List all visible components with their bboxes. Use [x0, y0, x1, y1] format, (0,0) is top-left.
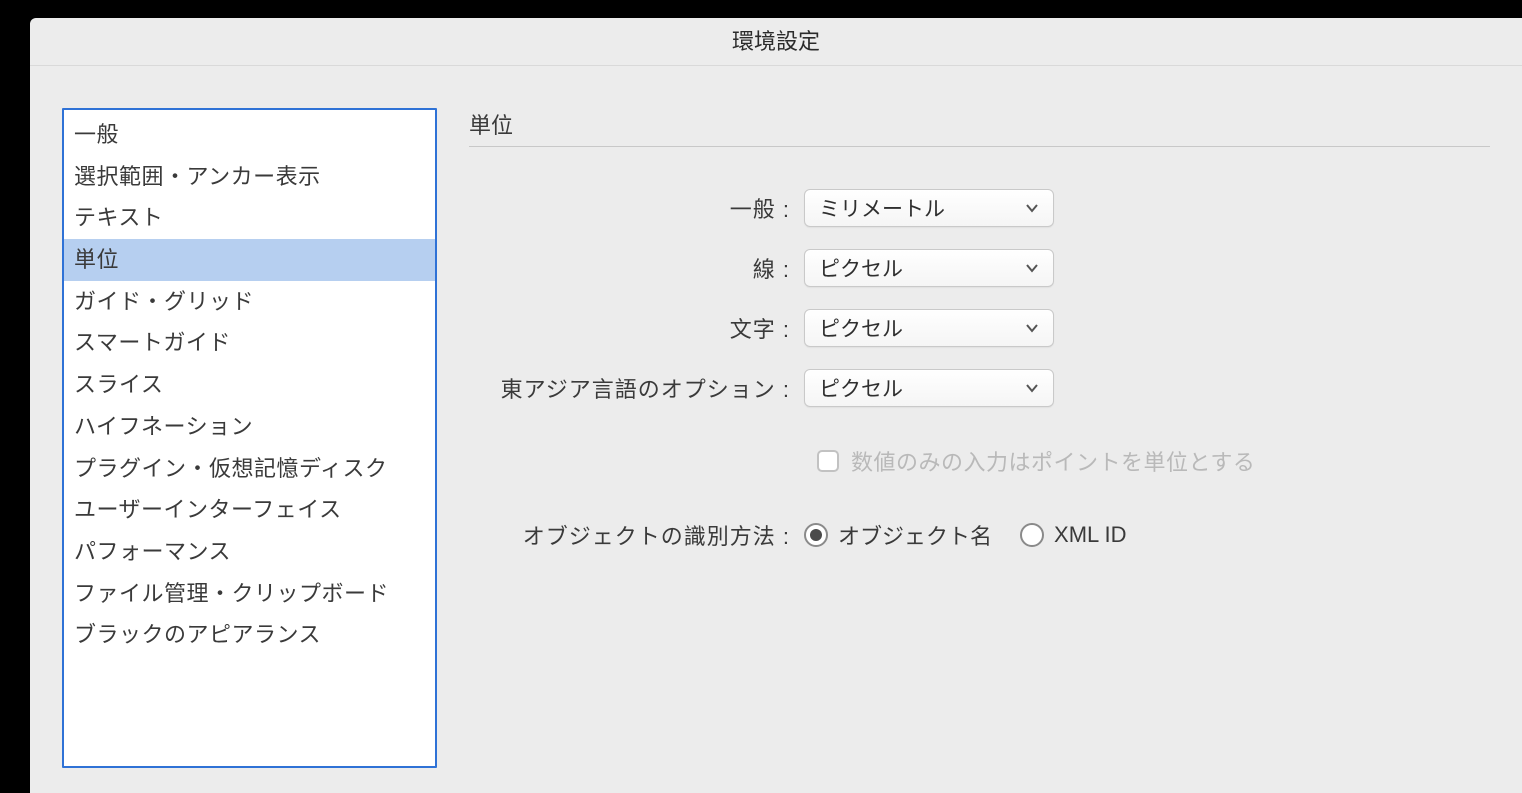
preferences-sidebar: 一般 選択範囲・アンカー表示 テキスト 単位 ガイド・グリッド スマートガイド … — [62, 108, 437, 768]
checkbox-row-numbers-points: 数値のみの入力はポイントを単位とする — [469, 445, 1490, 477]
radio-option-xml-id[interactable]: XML ID — [1020, 522, 1127, 548]
label-asian: 東アジア言語のオプション : — [469, 372, 804, 404]
radio-object-name[interactable] — [804, 523, 828, 547]
sidebar-item-smart-guides[interactable]: スマートガイド — [64, 322, 435, 364]
row-identify: オブジェクトの識別方法 : オブジェクト名 XML ID — [469, 519, 1490, 551]
dropdown-stroke-value: ピクセル — [819, 253, 903, 283]
radio-xml-id[interactable] — [1020, 523, 1044, 547]
checkbox-numbers-points-label: 数値のみの入力はポイントを単位とする — [851, 445, 1255, 477]
section-title: 単位 — [469, 108, 1490, 147]
dropdown-general[interactable]: ミリメートル — [804, 189, 1054, 227]
content-area: 一般 選択範囲・アンカー表示 テキスト 単位 ガイド・グリッド スマートガイド … — [30, 66, 1522, 768]
sidebar-item-performance[interactable]: パフォーマンス — [64, 531, 435, 573]
dropdown-stroke[interactable]: ピクセル — [804, 249, 1054, 287]
row-general: 一般 : ミリメートル — [469, 189, 1490, 227]
chevron-down-icon — [1025, 381, 1039, 395]
row-asian: 東アジア言語のオプション : ピクセル — [469, 369, 1490, 407]
main-panel: 単位 一般 : ミリメートル 線 : ピクセル — [469, 108, 1522, 768]
dropdown-asian-value: ピクセル — [819, 373, 903, 403]
sidebar-item-file-clipboard[interactable]: ファイル管理・クリップボード — [64, 573, 435, 615]
sidebar-item-user-interface[interactable]: ユーザーインターフェイス — [64, 489, 435, 531]
label-stroke: 線 : — [469, 252, 804, 284]
radio-object-name-label: オブジェクト名 — [838, 519, 992, 551]
preferences-window: 環境設定 一般 選択範囲・アンカー表示 テキスト 単位 ガイド・グリッド スマー… — [30, 18, 1522, 793]
chevron-down-icon — [1025, 321, 1039, 335]
sidebar-item-general[interactable]: 一般 — [64, 114, 435, 156]
sidebar-item-selection-anchors[interactable]: 選択範囲・アンカー表示 — [64, 156, 435, 198]
checkbox-numbers-points[interactable] — [817, 450, 839, 472]
label-type: 文字 : — [469, 312, 804, 344]
sidebar-item-units[interactable]: 単位 — [64, 239, 435, 281]
row-stroke: 線 : ピクセル — [469, 249, 1490, 287]
label-general: 一般 : — [469, 192, 804, 224]
radio-group-identify: オブジェクト名 XML ID — [804, 519, 1127, 551]
label-identify: オブジェクトの識別方法 : — [469, 519, 804, 551]
dropdown-type-value: ピクセル — [819, 313, 903, 343]
sidebar-item-black-appearance[interactable]: ブラックのアピアランス — [64, 614, 435, 656]
radio-xml-id-label: XML ID — [1054, 522, 1127, 548]
dropdown-asian[interactable]: ピクセル — [804, 369, 1054, 407]
chevron-down-icon — [1025, 201, 1039, 215]
sidebar-item-hyphenation[interactable]: ハイフネーション — [64, 406, 435, 448]
sidebar-item-text[interactable]: テキスト — [64, 197, 435, 239]
sidebar-item-guides-grid[interactable]: ガイド・グリッド — [64, 281, 435, 323]
chevron-down-icon — [1025, 261, 1039, 275]
row-type: 文字 : ピクセル — [469, 309, 1490, 347]
sidebar-item-plugins-scratch[interactable]: プラグイン・仮想記憶ディスク — [64, 448, 435, 490]
dropdown-type[interactable]: ピクセル — [804, 309, 1054, 347]
sidebar-item-slices[interactable]: スライス — [64, 364, 435, 406]
dropdown-general-value: ミリメートル — [819, 193, 945, 223]
radio-option-object-name[interactable]: オブジェクト名 — [804, 519, 992, 551]
window-title: 環境設定 — [30, 18, 1522, 66]
unit-form: 一般 : ミリメートル 線 : ピクセル — [469, 189, 1490, 407]
